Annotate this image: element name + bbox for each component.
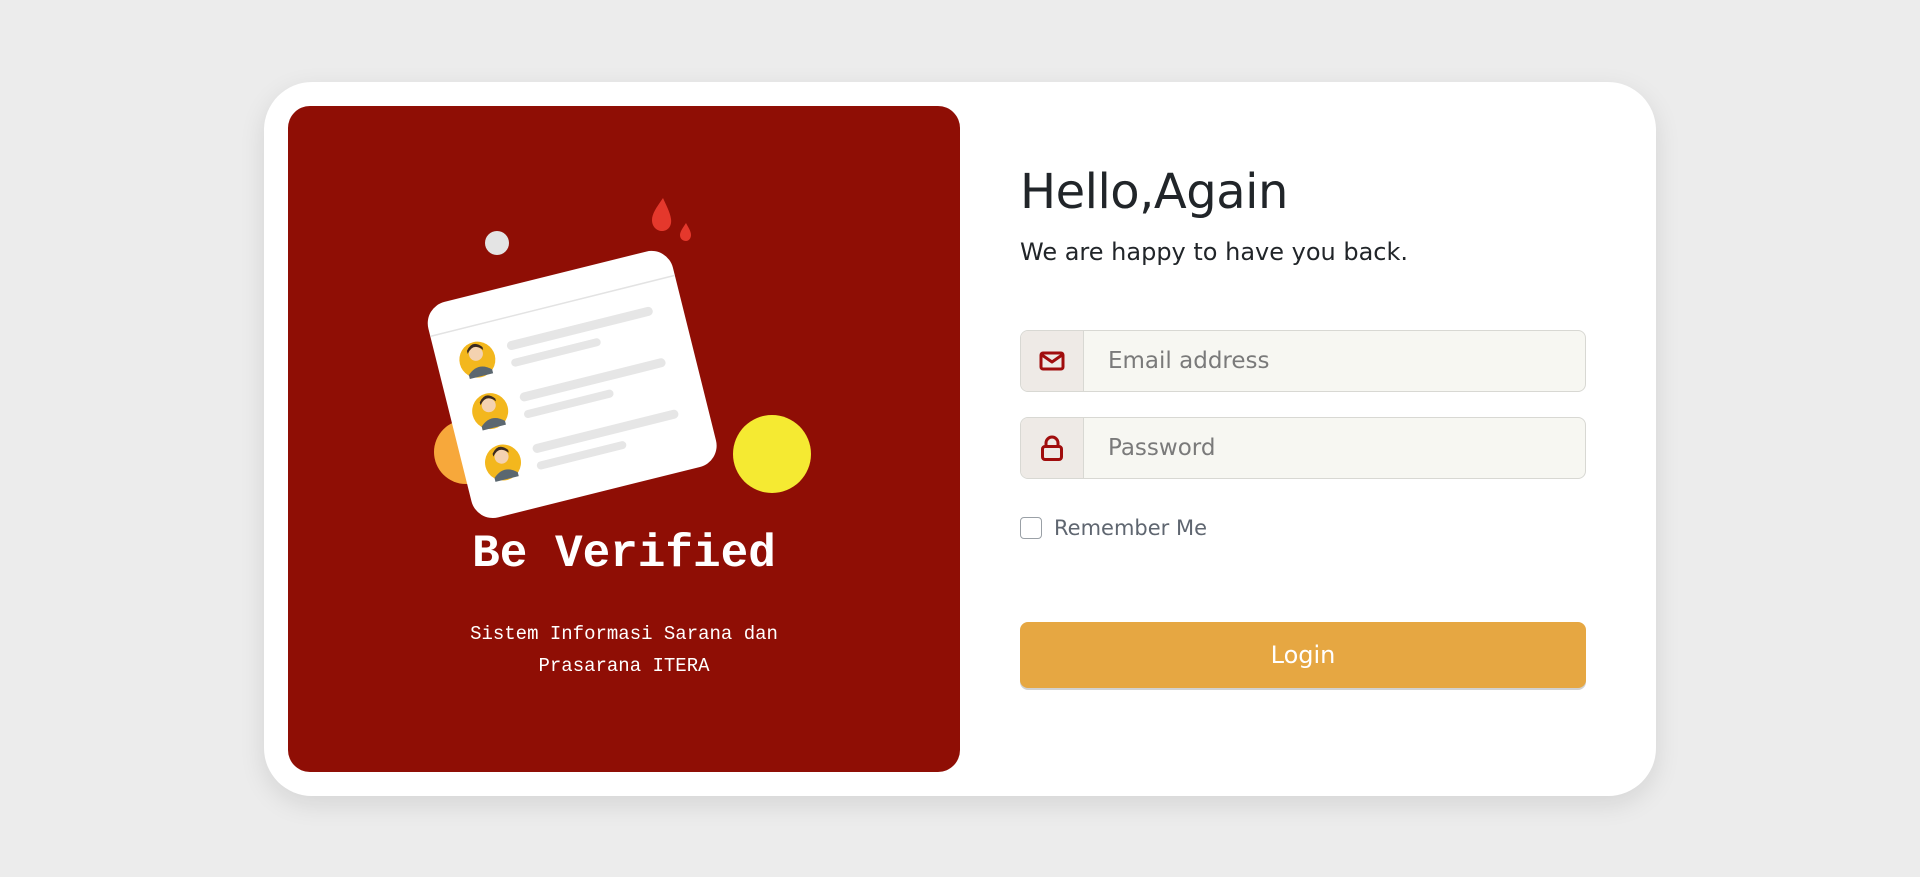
red-drop-small [680, 223, 691, 241]
remember-me-label[interactable]: Remember Me [1054, 516, 1207, 540]
envelope-icon [1021, 331, 1084, 391]
greeting-heading: Hello,Again [1020, 164, 1288, 220]
brand-title: Be Verified [472, 528, 776, 580]
password-input-group [1020, 417, 1586, 479]
verified-list-illustration [427, 198, 811, 518]
remember-me-checkbox[interactable] [1020, 517, 1042, 539]
login-card: Be Verified Sistem Informasi Sarana dan … [264, 82, 1656, 796]
login-form: Hello,Again We are happy to have you bac… [1020, 82, 1600, 796]
red-drop-large [652, 198, 672, 231]
lock-icon [1021, 418, 1084, 478]
branding-panel: Be Verified Sistem Informasi Sarana dan … [288, 106, 960, 772]
email-input-group [1020, 330, 1586, 392]
brand-subtitle: Sistem Informasi Sarana dan Prasarana IT… [470, 623, 778, 677]
login-button[interactable]: Login [1020, 622, 1586, 688]
password-input[interactable] [1084, 418, 1585, 478]
yellow-circle [733, 415, 811, 493]
grey-dot [485, 231, 509, 255]
checklist-card [427, 250, 717, 518]
greeting-subheading: We are happy to have you back. [1020, 238, 1409, 266]
remember-me[interactable]: Remember Me [1020, 516, 1207, 540]
email-input[interactable] [1084, 331, 1585, 391]
